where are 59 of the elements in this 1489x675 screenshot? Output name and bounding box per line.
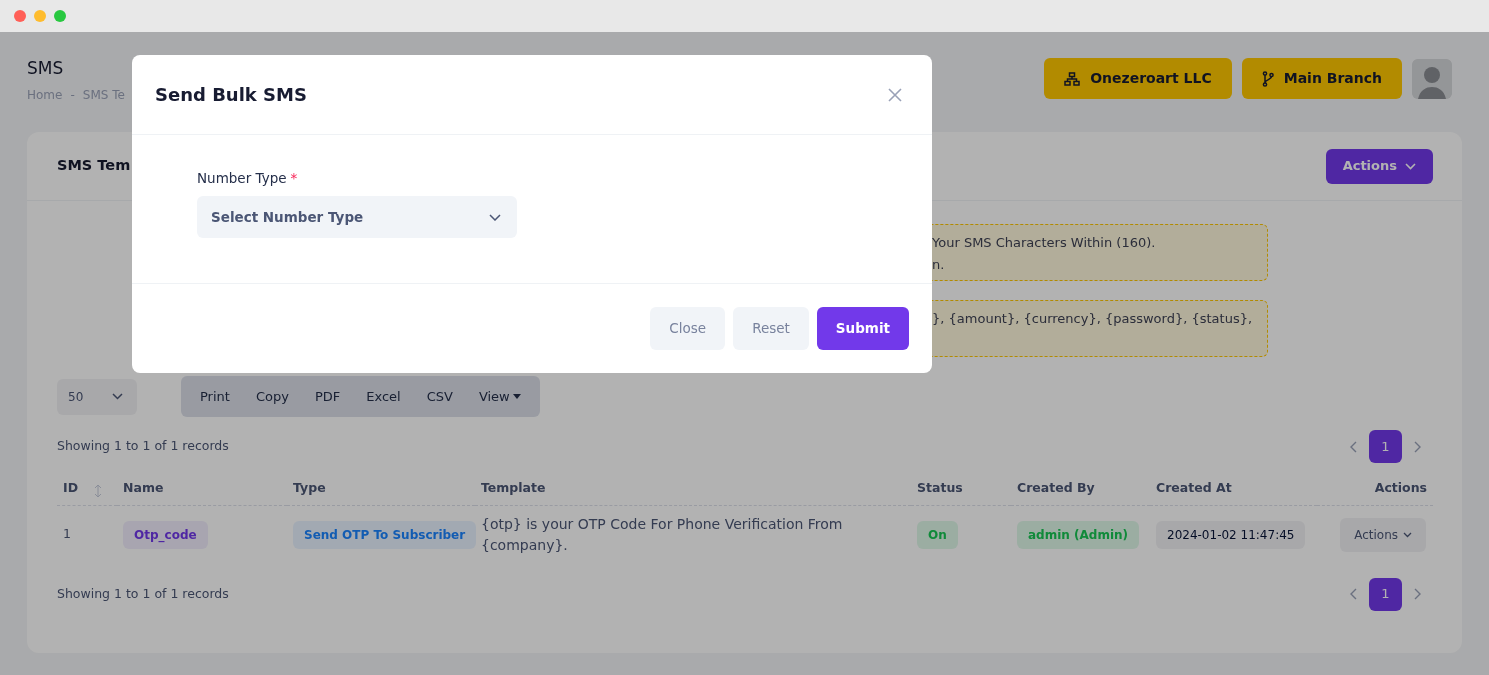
column-header[interactable]: Template	[481, 479, 546, 495]
records-info: Showing 1 to 1 of 1 records	[57, 584, 229, 603]
caret-icon	[512, 394, 521, 399]
next-page-icon[interactable]	[1414, 588, 1421, 600]
company-button[interactable]: Onezeroart LLC	[1044, 58, 1232, 99]
view-dropdown-button[interactable]: View	[465, 376, 534, 417]
required-marker: *	[290, 170, 298, 186]
breadcrumb-separator: -	[70, 87, 75, 104]
page-button[interactable]: 1	[1369, 577, 1402, 611]
column-header[interactable]: Actions	[1374, 479, 1427, 495]
export-button[interactable]: Print	[187, 376, 243, 417]
window-control[interactable]	[54, 10, 66, 22]
records-info: Showing 1 to 1 of 1 records	[57, 437, 229, 456]
chevron-down-icon	[1403, 531, 1412, 538]
column-header[interactable]: Status	[917, 479, 963, 495]
network-icon	[1064, 71, 1081, 86]
page-title: SMS	[27, 58, 65, 78]
status-badge: On	[917, 520, 958, 549]
previous-page-icon[interactable]	[1350, 440, 1357, 453]
export-button[interactable]: CSV	[413, 376, 466, 417]
actions-button[interactable]: Actions	[1325, 148, 1433, 184]
column-header[interactable]: Created By	[1017, 479, 1095, 495]
branch-button[interactable]: Main Branch	[1241, 58, 1402, 99]
previous-page-icon[interactable]	[1350, 588, 1357, 600]
chevron-down-icon	[489, 213, 501, 221]
column-header[interactable]: Created At	[1156, 479, 1232, 495]
notice-text: Your SMS Characters Within (160).	[932, 234, 1156, 252]
submit-button[interactable]: Submit	[816, 307, 909, 350]
row-actions-button[interactable]: Actions	[1340, 517, 1426, 552]
name-badge: Otp_code	[123, 520, 208, 549]
field-label: Number Type	[197, 170, 287, 186]
next-page-icon[interactable]	[1414, 440, 1421, 453]
page-button[interactable]: 1	[1369, 430, 1402, 463]
modal-button[interactable]: Close	[650, 307, 726, 350]
window-control[interactable]	[34, 10, 46, 22]
number-type-select[interactable]: Select Number Type	[197, 196, 517, 239]
modal-button[interactable]: Reset	[733, 307, 809, 350]
table-cell: 1	[63, 526, 71, 542]
chevron-down-icon	[1405, 162, 1416, 170]
close-icon[interactable]	[888, 87, 902, 102]
card-title: SMS Tem	[57, 156, 131, 176]
column-header[interactable]: ID	[63, 479, 79, 495]
export-button[interactable]: Copy	[242, 376, 302, 417]
page-length-select[interactable]: 50	[57, 378, 137, 415]
modal-title: Send Bulk SMS	[155, 83, 307, 107]
type-badge: Send OTP To Subscriber	[293, 520, 477, 549]
window-control[interactable]	[14, 10, 26, 22]
notice-text: }, {amount}, {currency}, {password}, {status},	[932, 310, 1253, 328]
date-badge: 2024-01-02 11:47:45	[1156, 520, 1306, 549]
column-header[interactable]: Name	[123, 479, 164, 495]
sort-icon[interactable]	[94, 483, 103, 498]
export-button[interactable]: Excel	[353, 376, 414, 417]
creator-badge: admin (Admin)	[1017, 520, 1140, 549]
branch-icon	[1261, 70, 1274, 87]
export-button[interactable]: PDF	[301, 376, 354, 417]
column-header[interactable]: Type	[293, 479, 326, 495]
template-text: {otp} is your OTP Code For Phone Verification From {company}.	[481, 514, 844, 555]
chevron-down-icon	[112, 393, 123, 400]
notice-text: n.	[932, 256, 945, 274]
